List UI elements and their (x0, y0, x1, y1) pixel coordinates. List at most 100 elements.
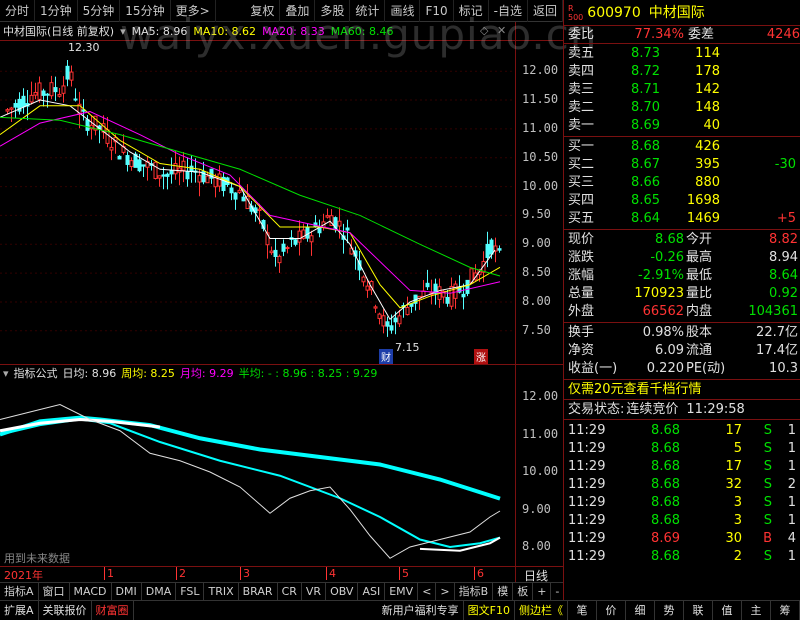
stock-name: 中材国际 (648, 5, 705, 21)
status-left-button[interactable]: 关联报价 (39, 600, 92, 620)
toolbar-item[interactable]: 1分钟 (35, 0, 78, 22)
stat-row: 换手 0.98% 股本 22.7亿 (564, 324, 800, 342)
diamond-icon[interactable]: ◇ (480, 24, 488, 37)
sell-level-row[interactable]: 卖一 8.69 40 (564, 117, 800, 135)
buy-level-row[interactable]: 买一 8.68 426 (564, 138, 800, 156)
status-mid-button[interactable]: 侧边栏《 (515, 600, 568, 620)
status-left-button[interactable]: 扩展A (0, 600, 39, 620)
sell-level-row[interactable]: 卖五 8.73 114 (564, 45, 800, 63)
tick-side: S (763, 423, 772, 438)
indicator-tab[interactable]: 指标A (0, 582, 39, 601)
indicator-tab[interactable]: VR (302, 582, 327, 601)
toolbar-item[interactable]: 15分钟 (120, 0, 171, 22)
status-right-button[interactable]: 值 (713, 600, 742, 620)
trade-status-value: 连续竞价 (626, 402, 679, 417)
indicator-tab[interactable]: CR (278, 582, 302, 601)
indicator-tab[interactable]: BRAR (239, 582, 278, 601)
stat-label: PE(动) (686, 361, 726, 376)
buy-level-row[interactable]: 买四 8.65 1698 (564, 192, 800, 210)
indicator-title[interactable]: 指标公式 (14, 365, 58, 381)
toolbar-item[interactable]: 5分钟 (78, 0, 121, 22)
toolbar-item[interactable]: 画线 (385, 0, 421, 22)
candle-body (45, 93, 50, 96)
status-right-button[interactable]: 联 (684, 600, 713, 620)
stat-value: -0.26 (650, 250, 684, 265)
sell-level-row[interactable]: 卖三 8.71 142 (564, 81, 800, 99)
status-right-button[interactable]: 细 (626, 600, 655, 620)
toolbar-item[interactable]: -自选 (489, 0, 528, 22)
indicator-tab[interactable]: MACD (70, 582, 112, 601)
kline-chart[interactable] (0, 41, 515, 364)
buy-price: 8.67 (631, 157, 660, 172)
sell-level-label: 卖五 (568, 46, 595, 61)
toolbar-item[interactable]: 标记 (454, 0, 489, 22)
toolbar-item[interactable]: 分时 (0, 0, 36, 22)
toolbar-item[interactable]: 叠加 (280, 0, 316, 22)
toolbar-item[interactable]: 返回 (528, 0, 563, 22)
candle-body (485, 243, 490, 258)
limit-up-badge[interactable]: 涨 (474, 349, 488, 364)
sell-level-label: 卖三 (568, 82, 595, 97)
status-mid-button[interactable]: 新用户福利专享 (378, 600, 464, 620)
indicator-tab[interactable]: ASI (358, 582, 386, 601)
toolbar-item[interactable]: 统计 (350, 0, 386, 22)
indicator-tab[interactable]: > (436, 582, 455, 601)
indicator-tab[interactable]: 窗口 (39, 582, 70, 601)
status-right-button[interactable]: 势 (655, 600, 684, 620)
indicator-tab[interactable]: TRIX (204, 582, 239, 601)
tick-count: 1 (787, 495, 796, 510)
indicator-tab[interactable]: + (533, 582, 552, 601)
buy-level-row[interactable]: 买五 8.64 1469 +5 (564, 210, 800, 228)
sell-level-row[interactable]: 卖二 8.70 148 (564, 99, 800, 117)
candle-body (177, 167, 182, 173)
status-mid-button[interactable]: 图文F10 (464, 600, 515, 620)
toolbar-item[interactable]: 更多> (171, 0, 216, 22)
indicator-tab[interactable]: 板 (513, 582, 534, 601)
tick-time: 11:29 (568, 477, 606, 492)
sell-price: 8.72 (631, 64, 660, 79)
toolbar-item[interactable]: 复权 (245, 0, 281, 22)
indicator-tab[interactable]: < (418, 582, 437, 601)
chevron-down-icon[interactable]: ▾ (120, 25, 126, 38)
chevron-down-icon[interactable]: ▾ (3, 367, 9, 380)
toolbar-item[interactable]: 多股 (315, 0, 351, 22)
stat-row: 总量 170923 量比 0.92 (564, 285, 800, 303)
candle-body (29, 94, 34, 103)
candle-body (361, 276, 366, 283)
tick-list: 11:29 8.68 17 S 1 11:29 8.68 5 S 1 11:29 8.68 17 S 1 11… (564, 420, 800, 566)
trade-status-label: 交易状态: (568, 402, 625, 417)
buy-level-row[interactable]: 买三 8.66 880 (564, 174, 800, 192)
chart-header: 中材国际(日线 前复权) ▾ MA5: 8.96 MA10: 8.62 MA20… (0, 22, 515, 40)
level2-ad[interactable]: 仅需20元查看千档行情 (564, 380, 800, 400)
toolbar-item[interactable]: F10 (420, 0, 454, 22)
status-left-button[interactable]: 财富圈 (92, 600, 134, 620)
finance-badge[interactable]: 财 (379, 349, 393, 364)
status-right-button[interactable]: 主 (742, 600, 771, 620)
candle-body (109, 146, 114, 151)
level2-ad-text[interactable]: 仅需20元查看千档行情 (568, 380, 702, 399)
indicator-tab[interactable]: DMI (112, 582, 142, 601)
candle-body (9, 107, 14, 110)
status-right-button[interactable]: 价 (597, 600, 626, 620)
indicator-tab[interactable]: OBV (326, 582, 359, 601)
indicator-chart[interactable] (0, 382, 515, 566)
indicator-tab[interactable]: FSL (176, 582, 205, 601)
indicator-tab[interactable]: 模 (493, 582, 514, 601)
indicator-tab[interactable]: EMV (385, 582, 419, 601)
candle-body (65, 65, 70, 80)
buy-level-row[interactable]: 买二 8.67 395 -30 (564, 156, 800, 174)
quote-panel: R 500 600970 中材国际 委比 77.34% 委差 4246 卖五 8.… (563, 0, 800, 600)
ma5-line (0, 99, 496, 321)
sell-level-row[interactable]: 卖四 8.72 178 (564, 63, 800, 81)
tick-price: 8.68 (651, 495, 680, 510)
candle-body (325, 215, 330, 218)
status-right-button[interactable]: 笔 (568, 600, 597, 620)
buy-orders: 买一 8.68 426 买二 8.67 395 -30 买三 8.66 880 买四 8.65 1698… (564, 137, 800, 230)
tick-price: 8.68 (651, 549, 680, 564)
candle-body (285, 247, 290, 250)
price-tick-label: 9.50 (522, 207, 551, 222)
indicator-tab[interactable]: 指标B (455, 582, 494, 601)
indicator-tab[interactable]: DMA (142, 582, 177, 601)
status-right-button[interactable]: 筹 (771, 600, 800, 620)
close-icon[interactable]: ✕ (497, 24, 506, 37)
